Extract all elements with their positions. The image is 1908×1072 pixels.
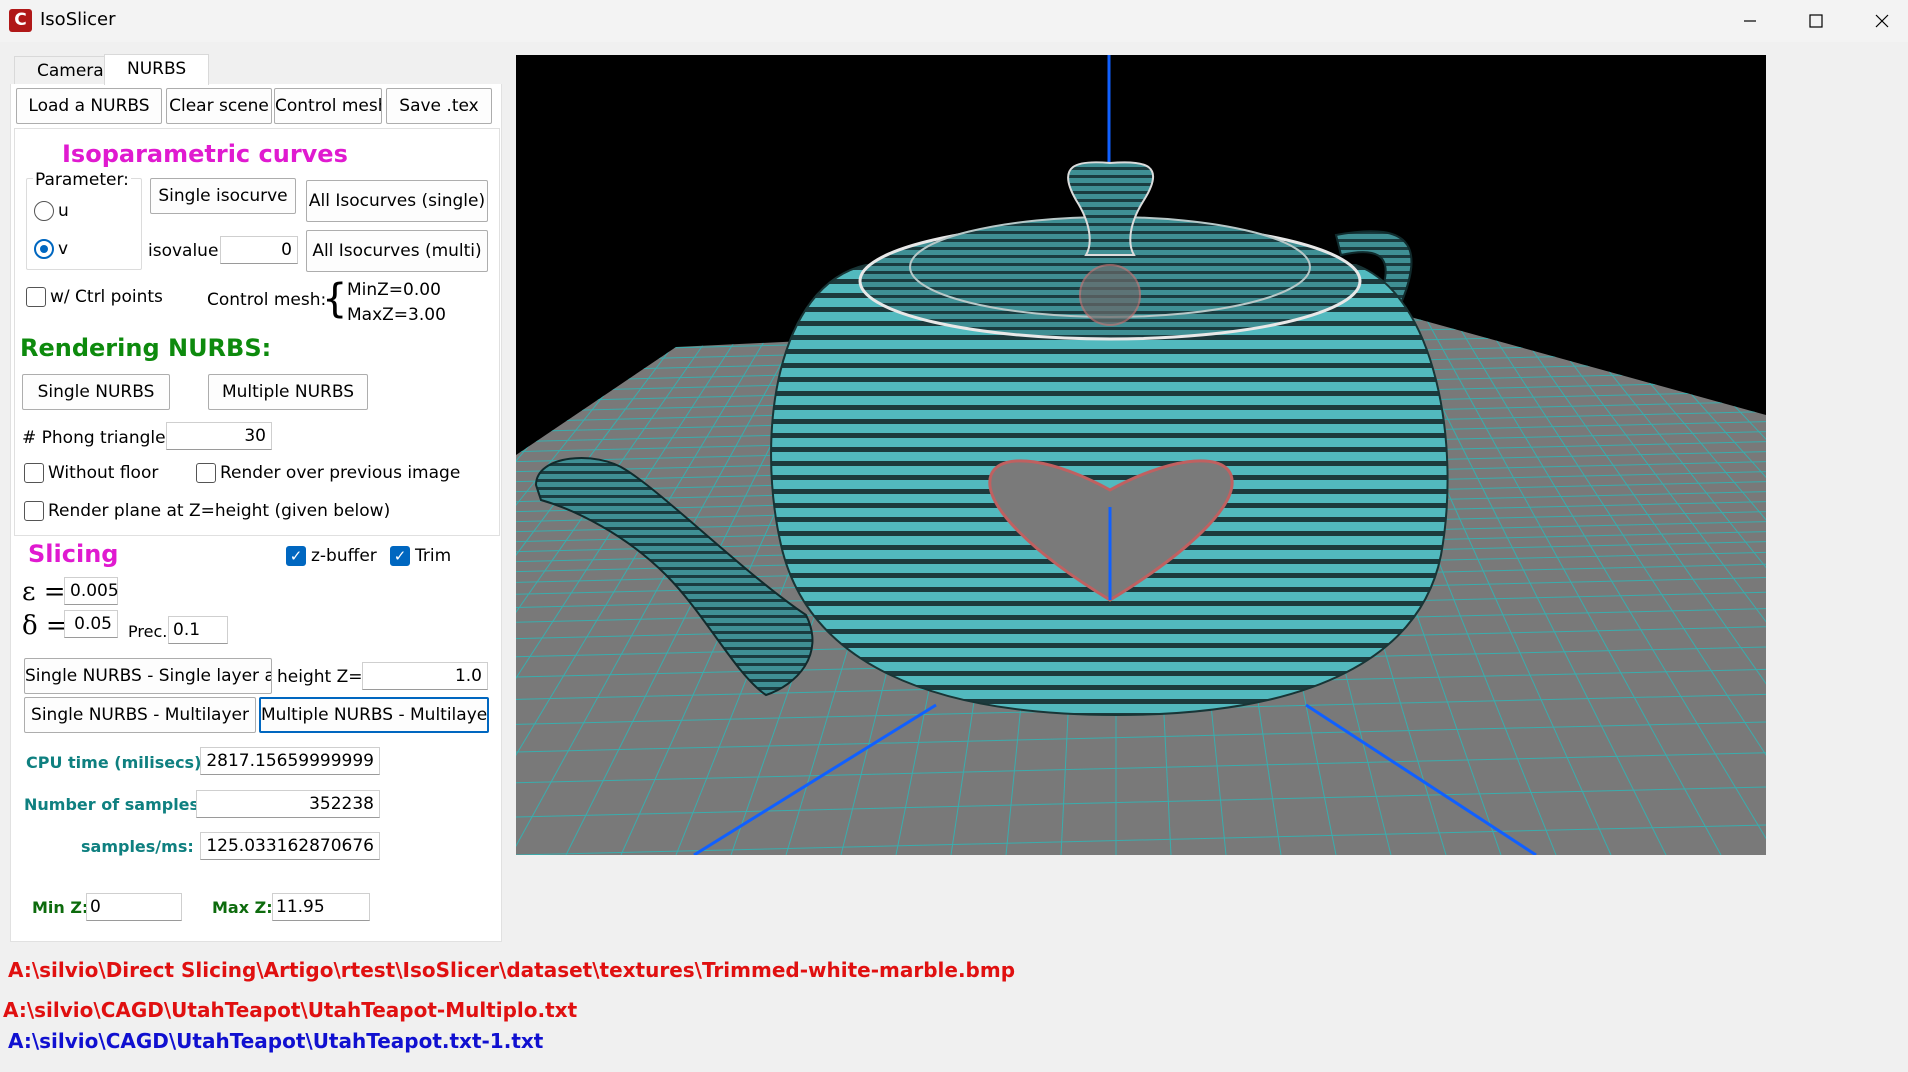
maximize-icon — [1809, 14, 1823, 28]
load-nurbs-button[interactable]: Load a NURBS — [16, 88, 162, 124]
isovalue-input[interactable]: 0 — [220, 236, 298, 264]
multiple-nurbs-button[interactable]: Multiple NURBS — [208, 374, 368, 410]
single-nurbs-button[interactable]: Single NURBS — [22, 374, 170, 410]
without-floor-label: Without floor — [48, 463, 159, 483]
delta-input[interactable]: 0.05 — [64, 610, 118, 638]
close-icon — [1875, 14, 1889, 28]
without-floor-checkbox[interactable] — [24, 463, 44, 483]
mesh-maxz: MaxZ=3.00 — [347, 305, 446, 325]
param-v-label: v — [58, 239, 69, 259]
epsilon-input[interactable]: 0.005 — [64, 577, 119, 605]
ctrl-points-checkbox[interactable] — [26, 287, 46, 307]
minimize-icon — [1744, 20, 1756, 22]
single-isocurve-button[interactable]: Single isocurve — [150, 178, 296, 214]
trim-label: Trim — [415, 546, 452, 566]
samples-label: Number of samples: — [24, 795, 206, 814]
texture-path: A:\silvio\Direct Slicing\Artigo\rtest\Is… — [8, 958, 1016, 982]
prec-label: Prec.: — [128, 622, 173, 641]
all-isocurves-single-button[interactable]: All Isocurves (single) — [306, 180, 488, 222]
single-nurbs-path: A:\silvio\CAGD\UtahTeapot\UtahTeapot.txt… — [8, 1029, 544, 1053]
multi-nurbs-path: A:\silvio\CAGD\UtahTeapot\UtahTeapot-Mul… — [3, 998, 578, 1022]
tab-nurbs[interactable]: NURBS — [104, 54, 210, 85]
phong-label: # Phong triangles — [22, 428, 175, 448]
render-over-checkbox[interactable] — [196, 463, 216, 483]
maximize-button[interactable] — [1796, 6, 1836, 36]
minimize-button[interactable] — [1730, 6, 1770, 36]
app-icon: C — [9, 9, 32, 32]
render-over-label: Render over previous image — [220, 463, 461, 483]
brace-glyph: { — [322, 276, 348, 322]
rate-field[interactable]: 125.033162870676 — [200, 832, 380, 860]
phong-input[interactable]: 30 — [166, 422, 272, 450]
mesh-minz: MinZ=0.00 — [347, 280, 441, 300]
trim-checkbox[interactable]: ✓ — [390, 546, 410, 566]
multiple-multilayer-button[interactable]: Multiple NURBS - Multilayer — [259, 697, 489, 733]
maxz-field[interactable]: 11.95 — [272, 893, 370, 921]
cpu-time-label: CPU time (milisecs): — [26, 753, 208, 772]
single-multilayer-button[interactable]: Single NURBS - Multilayer — [24, 697, 256, 733]
window-title: IsoSlicer — [40, 9, 116, 30]
parameter-label: Parameter: — [33, 170, 131, 190]
minz-label: Min Z: — [32, 898, 89, 917]
height-input[interactable]: 1.0 — [362, 662, 488, 690]
single-layer-button[interactable]: Single NURBS - Single layer at — [24, 658, 272, 694]
zbuffer-checkbox[interactable]: ✓ — [286, 546, 306, 566]
clear-scene-button[interactable]: Clear scene — [166, 88, 272, 124]
ctrl-points-label: w/ Ctrl points — [50, 287, 163, 307]
rendering-heading: Rendering NURBS: — [20, 334, 272, 362]
zbuffer-label: z-buffer — [311, 546, 377, 566]
render-plane-label: Render plane at Z=height (given below) — [48, 501, 391, 521]
title-bar — [0, 0, 1908, 42]
cpu-time-field[interactable]: 2817.15659999999 — [200, 747, 380, 775]
render-viewport[interactable] — [516, 55, 1766, 855]
save-tex-button[interactable]: Save .tex — [386, 88, 492, 124]
maxz-label: Max Z: — [212, 898, 273, 917]
height-label: height Z= — [277, 667, 363, 687]
epsilon-symbol: ε = — [22, 577, 66, 607]
param-v-radio[interactable] — [34, 239, 54, 259]
param-u-label: u — [58, 201, 69, 221]
all-isocurves-multi-button[interactable]: All Isocurves (multi) — [306, 230, 488, 272]
prec-input[interactable]: 0.1 — [168, 616, 228, 644]
slicing-heading: Slicing — [28, 540, 119, 568]
delta-symbol: δ = — [22, 611, 68, 641]
rate-label: samples/ms: — [81, 837, 194, 856]
control-mesh-label: Control mesh: — [207, 290, 327, 310]
scene-render — [516, 55, 1766, 855]
close-button[interactable] — [1862, 6, 1902, 36]
control-mesh-button[interactable]: Control mesh — [274, 88, 382, 124]
param-u-radio[interactable] — [34, 201, 54, 221]
samples-field[interactable]: 352238 — [196, 790, 380, 818]
isocurves-heading: Isoparametric curves — [62, 140, 348, 168]
render-plane-checkbox[interactable] — [24, 501, 44, 521]
minz-field[interactable]: 0 — [86, 893, 182, 921]
